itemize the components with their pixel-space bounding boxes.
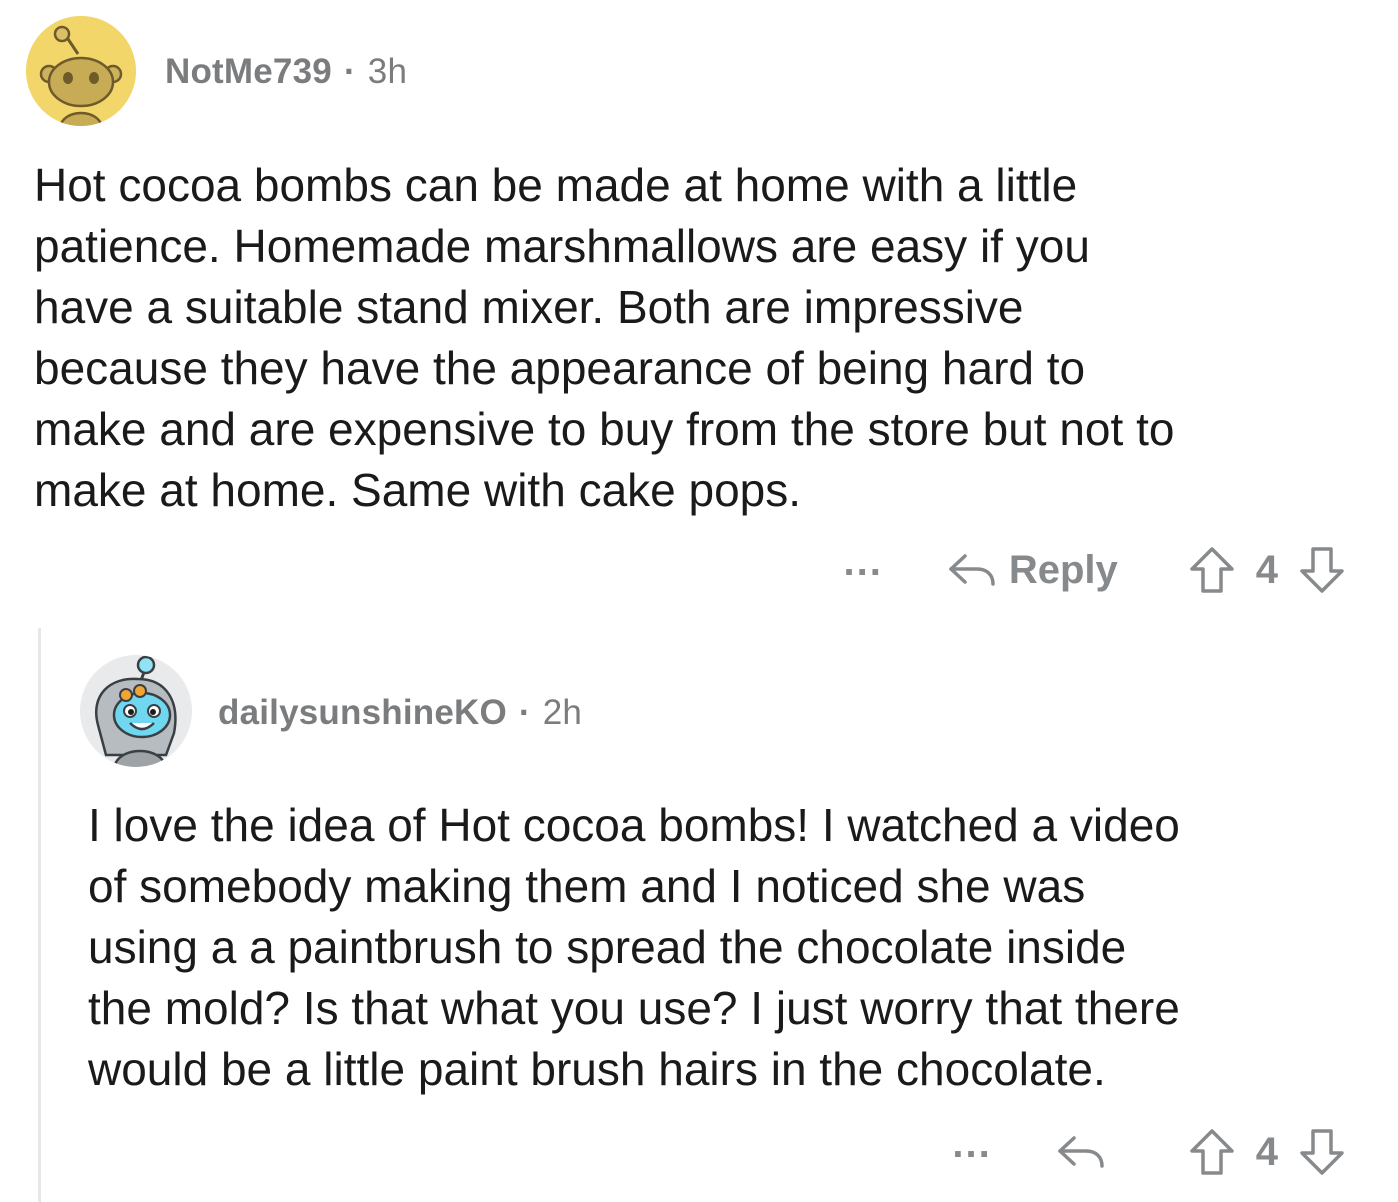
comment-age: 2h xyxy=(542,693,583,732)
reply-button[interactable]: Reply xyxy=(947,548,1118,593)
avatar[interactable] xyxy=(26,16,136,126)
comment-actions: ... 4 xyxy=(952,1122,1346,1182)
more-options-icon[interactable]: ... xyxy=(843,542,882,582)
author-username[interactable]: NotMe739 xyxy=(165,52,332,91)
vote-score: 4 xyxy=(1255,1129,1278,1174)
comment-actions: ... Reply 4 xyxy=(843,540,1346,600)
vote-controls: 4 xyxy=(1188,1127,1346,1177)
comment: NotMe739 · 3h Hot cocoa bombs can be made … xyxy=(0,0,1398,620)
downvote-arrow-icon[interactable] xyxy=(1298,545,1346,595)
author-username[interactable]: dailysunshineKO xyxy=(218,693,507,732)
thread-line[interactable] xyxy=(38,628,41,1202)
vote-controls: 4 xyxy=(1188,545,1346,595)
upvote-arrow-icon[interactable] xyxy=(1188,1127,1236,1177)
downvote-arrow-icon[interactable] xyxy=(1298,1127,1346,1177)
comment-meta: NotMe739 · 3h xyxy=(165,52,407,92)
avatar[interactable] xyxy=(80,655,192,767)
more-options-icon[interactable]: ... xyxy=(952,1124,991,1164)
vote-score: 4 xyxy=(1255,547,1278,592)
reply-arrow-icon xyxy=(949,554,995,586)
reply-button[interactable] xyxy=(1056,1132,1118,1172)
comment-age: 3h xyxy=(367,52,408,91)
comment-meta: dailysunshineKO · 2h xyxy=(218,693,582,733)
comment-body: I love the idea of Hot cocoa bombs! I wa… xyxy=(88,799,1180,1095)
reply-label: Reply xyxy=(1008,547,1118,592)
meta-separator: · xyxy=(518,693,531,732)
upvote-arrow-icon[interactable] xyxy=(1188,545,1236,595)
snoo-avatar-icon xyxy=(80,655,192,767)
reply-arrow-icon xyxy=(1058,1136,1104,1168)
snoo-avatar-icon xyxy=(26,16,136,126)
comment-body: Hot cocoa bombs can be made at home with… xyxy=(34,159,1175,516)
meta-separator: · xyxy=(343,52,356,91)
